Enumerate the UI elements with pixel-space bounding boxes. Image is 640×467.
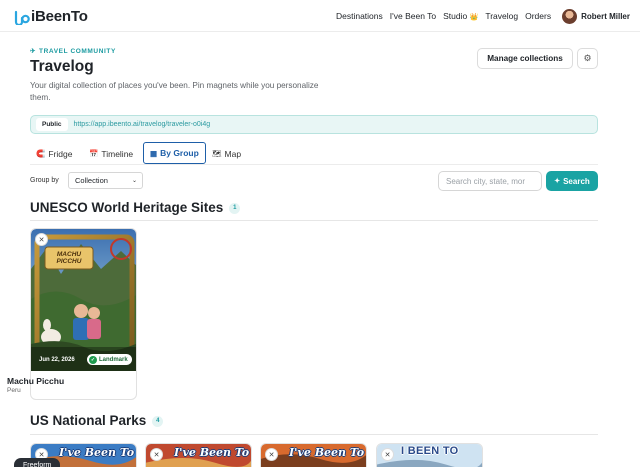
section-count-badge: 4: [152, 415, 164, 427]
close-icon: ✕: [153, 451, 160, 459]
magnet-card-machu-picchu[interactable]: MACHU PICCHU ✕ Jun 22, 2026 ✓ Landmark: [30, 228, 137, 400]
magnet-art-text: I BEEN TO: [401, 445, 459, 457]
brand-logo[interactable]: iBeenTo: [14, 8, 88, 25]
public-visibility-tag[interactable]: Public: [36, 118, 68, 131]
nav-studio-label: Studio: [443, 11, 468, 21]
landmark-badge-label: Landmark: [99, 356, 128, 363]
grid-icon: ▦: [150, 148, 158, 158]
tab-map-label: Map: [224, 148, 242, 159]
magnet-card-national-park-3[interactable]: ✕ I've Been To: [260, 443, 367, 467]
magnet-country: Peru: [7, 387, 21, 394]
page-title: Travelog: [30, 58, 94, 75]
section-divider: [30, 434, 598, 435]
nav-ive-been-to[interactable]: I've Been To: [390, 11, 436, 21]
gear-icon: ⚙: [583, 53, 592, 63]
remove-magnet-button[interactable]: ✕: [35, 233, 48, 246]
nav-studio[interactable]: Studio 👑: [443, 11, 478, 21]
search-input[interactable]: [438, 171, 542, 191]
section-title-unesco: UNESCO World Heritage Sites 1: [30, 200, 241, 215]
page-subtitle: Your digital collection of places you've…: [30, 81, 319, 102]
magnet-icon: 🧲: [36, 149, 46, 158]
user-name[interactable]: Robert Miller: [581, 12, 630, 21]
settings-button[interactable]: ⚙: [577, 48, 598, 69]
landmark-badge: ✓ Landmark: [87, 354, 132, 365]
tab-timeline[interactable]: 📅 Timeline: [89, 142, 133, 165]
magnet-card-national-park-2[interactable]: ✕ I've Been To: [145, 443, 252, 467]
search-button[interactable]: ✦ Search: [546, 171, 598, 191]
search-button-label: Search: [563, 176, 590, 186]
section-count-badge: 1: [229, 202, 241, 214]
plane-icon: ✈: [30, 48, 37, 55]
close-icon: ✕: [38, 236, 45, 244]
page-kicker: ✈ TRAVEL COMMUNITY: [30, 47, 116, 55]
tab-by-group[interactable]: ▦ By Group: [143, 142, 206, 164]
magnet-art-text: I've Been To: [59, 446, 135, 459]
calendar-icon: 📅: [89, 149, 99, 158]
nav-orders[interactable]: Orders: [525, 11, 551, 21]
remove-magnet-button[interactable]: ✕: [381, 448, 394, 461]
nav-travelog[interactable]: Travelog: [485, 11, 518, 21]
magnet-art-text: I've Been To: [174, 446, 250, 459]
tab-by-group-label: By Group: [160, 148, 199, 158]
section-title-us-national-parks: US National Parks 4: [30, 413, 164, 428]
page-kicker-text: TRAVEL COMMUNITY: [39, 48, 116, 55]
magnet-card-national-park-4[interactable]: ✕ I BEEN TO: [376, 443, 483, 467]
group-by-value: Collection: [75, 176, 108, 185]
manage-collections-button[interactable]: Manage collections: [477, 48, 573, 69]
visit-date: Jun 22, 2026: [39, 357, 75, 363]
magnet-art-title: MACHU PICCHU: [56, 251, 82, 265]
chevron-down-icon: ⌄: [131, 178, 137, 184]
remove-magnet-button[interactable]: ✕: [265, 448, 278, 461]
tab-map[interactable]: 🗺 Map: [212, 142, 241, 165]
section-title-unesco-text: UNESCO World Heritage Sites: [30, 200, 224, 215]
close-icon: ✕: [384, 451, 391, 459]
top-navigation: iBeenTo Destinations I've Been To Studio…: [0, 0, 640, 32]
magnet-name: Machu Picchu: [7, 376, 65, 386]
view-tabs: 🧲 Fridge 📅 Timeline ▦ By Group 🗺 Map: [30, 142, 598, 165]
group-by-label: Group by: [30, 177, 59, 184]
tab-fridge-label: Fridge: [48, 148, 73, 159]
magnet-art-text: I've Been To: [289, 446, 365, 459]
check-icon: ✓: [89, 355, 97, 364]
public-url-link[interactable]: https://app.ibeento.ai/travelog/traveler…: [74, 121, 211, 128]
close-icon: ✕: [268, 451, 275, 459]
map-icon: 🗺: [212, 149, 222, 158]
brand-name: iBeenTo: [31, 8, 88, 25]
group-by-select[interactable]: Collection ⌄: [68, 172, 143, 189]
tab-timeline-label: Timeline: [101, 148, 134, 159]
section-divider: [30, 220, 598, 221]
freeform-toggle[interactable]: Freeform: [14, 458, 61, 467]
tab-fridge[interactable]: 🧲 Fridge: [36, 142, 72, 165]
nav-destinations[interactable]: Destinations: [336, 11, 383, 21]
public-link-bar: Public https://app.ibeento.ai/travelog/t…: [30, 115, 598, 134]
magnet-image: MACHU PICCHU: [31, 229, 136, 371]
crown-icon: 👑: [469, 14, 479, 21]
section-title-us-national-parks-text: US National Parks: [30, 413, 147, 428]
brand-logo-icon: [14, 10, 30, 25]
sparkle-icon: ✦: [554, 178, 561, 185]
remove-magnet-button[interactable]: ✕: [150, 448, 163, 461]
user-avatar[interactable]: [562, 8, 578, 24]
